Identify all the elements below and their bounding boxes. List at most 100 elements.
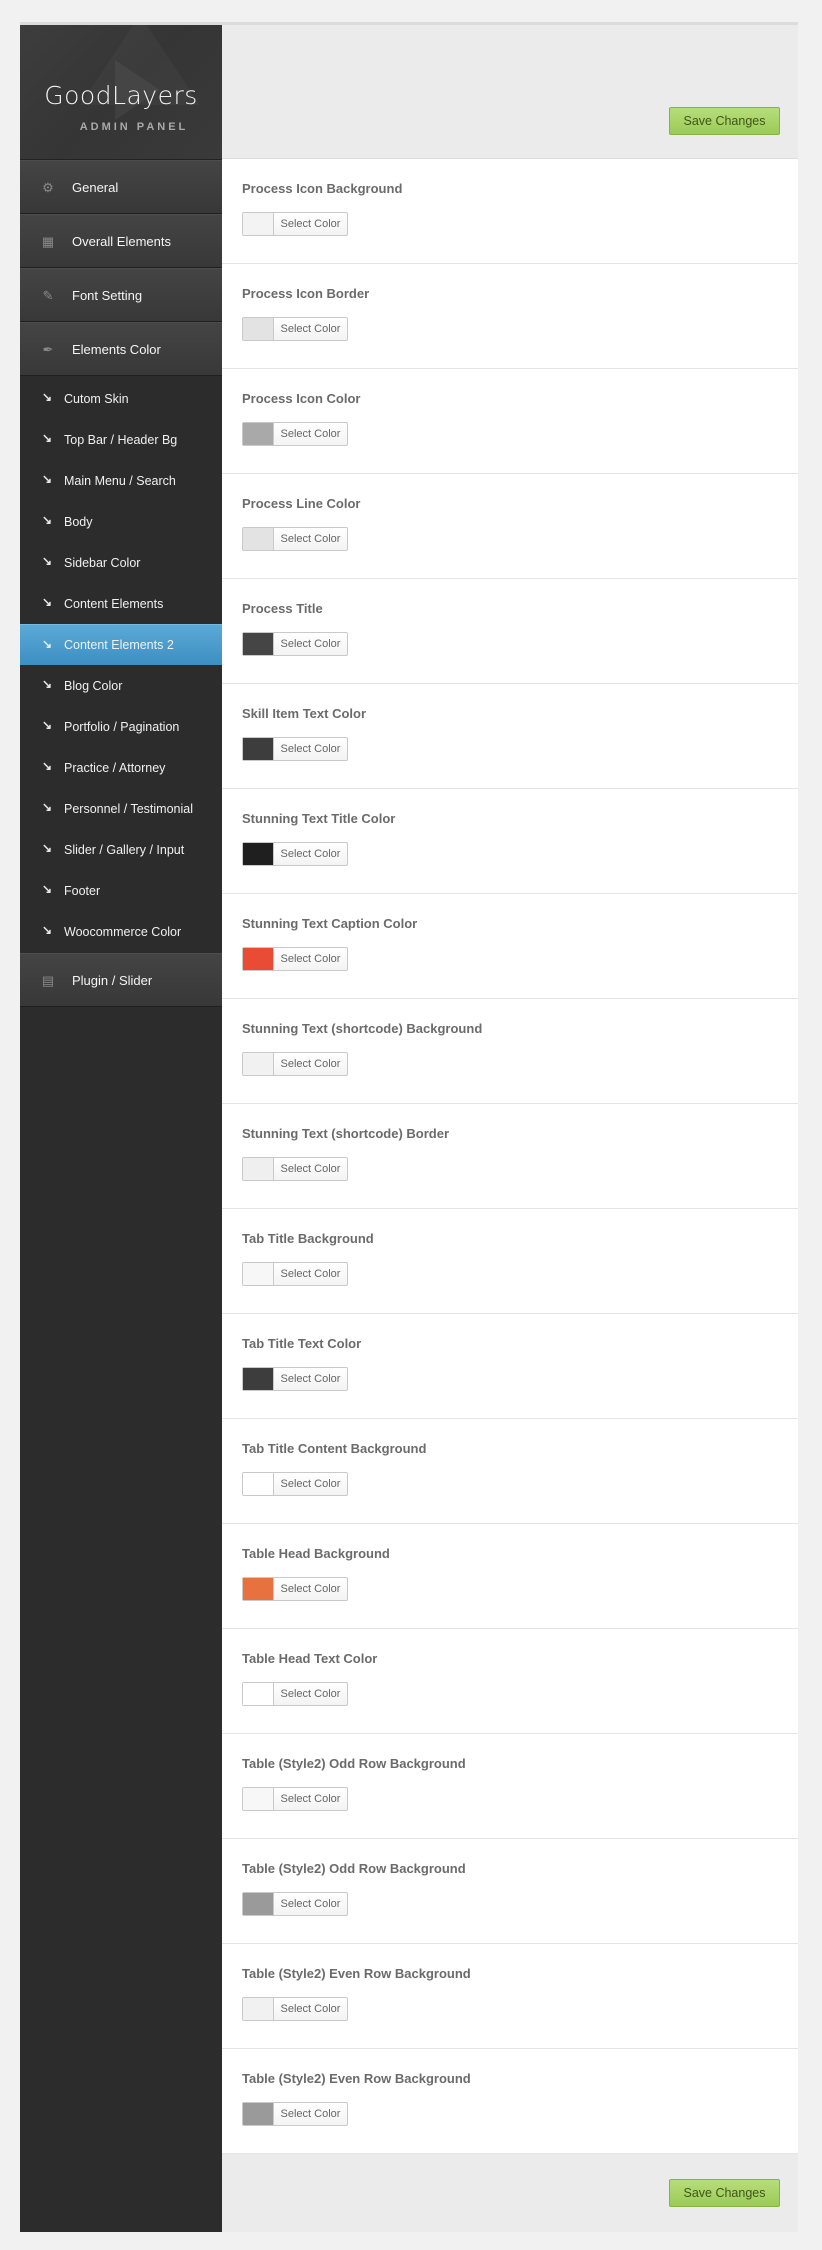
select-color-label: Select Color (280, 1478, 341, 1490)
sub-item-label: Main Menu / Search (64, 473, 176, 488)
sub-item-content-elements-2[interactable]: ↘ Content Elements 2 (20, 624, 222, 665)
grid-icon: ▦ (41, 234, 55, 249)
select-color-button[interactable]: Select Color (242, 1052, 348, 1076)
sidebar-item-label: General (72, 179, 119, 195)
sub-item-main-menu-search[interactable]: ↘ Main Menu / Search (20, 460, 222, 501)
logo-title: GoodLayers (44, 81, 198, 110)
select-color-label: Select Color (280, 1373, 341, 1385)
color-swatch (243, 1893, 274, 1915)
brush-icon: ✒ (42, 342, 54, 357)
color-swatch (243, 1578, 274, 1600)
select-color-label: Select Color (280, 1898, 341, 1910)
arrow-down-right-icon: ↘ (42, 431, 53, 445)
select-color-button[interactable]: Select Color (242, 422, 348, 446)
sub-item-portfolio-pagination[interactable]: ↘ Portfolio / Pagination (20, 706, 222, 747)
option-label: Process Icon Color (242, 391, 361, 406)
select-color-button[interactable]: Select Color (242, 1997, 348, 2021)
color-option-row: Table Head Background Select Color (222, 1524, 798, 1629)
color-option-row: Process Icon Background Select Color (222, 159, 798, 264)
pencil-icon: ✎ (42, 288, 54, 303)
save-changes-button-bottom[interactable]: Save Changes (669, 2179, 780, 2207)
select-color-label: Select Color (280, 533, 341, 545)
select-color-button[interactable]: Select Color (242, 842, 348, 866)
sub-item-cutom-skin[interactable]: ↘ Cutom Skin (20, 378, 222, 419)
select-color-button[interactable]: Select Color (242, 1577, 348, 1601)
select-color-button[interactable]: Select Color (242, 2102, 348, 2126)
logo-subtitle: ADMIN PANEL (79, 121, 189, 133)
color-option-row: Table (Style2) Even Row Background Select… (222, 2049, 798, 2154)
color-swatch (243, 528, 274, 550)
logo: GoodLayers ADMIN PANEL (20, 25, 222, 160)
option-label: Table Head Text Color (242, 1651, 378, 1666)
option-label: Tab Title Background (242, 1231, 374, 1246)
options-list: Process Icon Background Select Color Proce… (222, 159, 798, 2154)
option-label: Skill Item Text Color (242, 706, 367, 721)
select-color-button[interactable]: Select Color (242, 1367, 348, 1391)
select-color-button[interactable]: Select Color (242, 1787, 348, 1811)
sub-item-personnel-testimonial[interactable]: ↘ Personnel / Testimonial (20, 788, 222, 829)
color-swatch (243, 1263, 274, 1285)
color-option-row: Skill Item Text Color Select Color (222, 684, 798, 789)
sidebar-item-overall-elements[interactable]: ▦ Overall Elements (20, 214, 222, 268)
option-label: Process Icon Border (242, 286, 370, 301)
select-color-button[interactable]: Select Color (242, 1472, 348, 1496)
sub-item-footer[interactable]: ↘ Footer (20, 870, 222, 911)
color-swatch (243, 423, 274, 445)
select-color-button[interactable]: Select Color (242, 212, 348, 236)
sub-item-label: Woocommerce Color (64, 924, 182, 939)
sidebar: GoodLayers ADMIN PANEL ⚙ General ▦ Overall … (20, 25, 222, 2232)
select-color-button[interactable]: Select Color (242, 737, 348, 761)
color-option-row: Table Head Text Color Select Color (222, 1629, 798, 1734)
select-color-button[interactable]: Select Color (242, 632, 348, 656)
sub-item-label: Portfolio / Pagination (64, 719, 180, 734)
sidebar-item-plugin-slider[interactable]: ▤ Plugin / Slider (20, 953, 222, 1007)
sub-item-sidebar-color[interactable]: ↘ Sidebar Color (20, 542, 222, 583)
sub-item-label: Content Elements 2 (64, 638, 174, 652)
select-color-button[interactable]: Select Color (242, 1262, 348, 1286)
color-swatch (243, 318, 274, 340)
select-color-button[interactable]: Select Color (242, 947, 348, 971)
sub-item-slider-gallery-input[interactable]: ↘ Slider / Gallery / Input (20, 829, 222, 870)
color-option-row: Table (Style2) Even Row Background Select… (222, 1944, 798, 2049)
color-option-row: Process Icon Border Select Color (222, 264, 798, 369)
sub-item-top-bar-header-bg[interactable]: ↘ Top Bar / Header Bg (20, 419, 222, 460)
save-changes-button[interactable]: Save Changes (669, 107, 780, 135)
color-swatch (243, 1053, 274, 1075)
select-color-label: Select Color (280, 848, 341, 860)
sidebar-item-elements-color[interactable]: ✒ Elements Color (20, 322, 222, 376)
sub-item-body[interactable]: ↘ Body (20, 501, 222, 542)
select-color-label: Select Color (280, 323, 341, 335)
arrow-down-right-icon: ↘ (42, 718, 53, 732)
sub-item-label: Cutom Skin (64, 391, 129, 406)
select-color-button[interactable]: Select Color (242, 317, 348, 341)
color-swatch (243, 1473, 274, 1495)
select-color-button[interactable]: Select Color (242, 1157, 348, 1181)
option-label: Tab Title Content Background (242, 1441, 427, 1456)
sub-item-woocommerce-color[interactable]: ↘ Woocommerce Color (20, 911, 222, 952)
option-label: Table (Style2) Even Row Background (242, 1966, 471, 1981)
color-option-row: Stunning Text Caption Color Select Color (222, 894, 798, 999)
sub-item-blog-color[interactable]: ↘ Blog Color (20, 665, 222, 706)
sub-item-content-elements[interactable]: ↘ Content Elements (20, 583, 222, 624)
sub-item-label: Body (64, 514, 93, 529)
option-label: Process Icon Background (242, 181, 403, 196)
select-color-button[interactable]: Select Color (242, 1682, 348, 1706)
select-color-label: Select Color (280, 1793, 341, 1805)
color-option-row: Tab Title Background Select Color (222, 1209, 798, 1314)
sub-menu: ↘ Cutom Skin ↘ Top Bar / Header Bg ↘ Main Men… (20, 376, 222, 953)
arrow-down-right-icon: ↘ (42, 677, 53, 691)
select-color-label: Select Color (280, 2003, 341, 2015)
sub-item-practice-attorney[interactable]: ↘ Practice / Attorney (20, 747, 222, 788)
sidebar-item-general[interactable]: ⚙ General (20, 160, 222, 214)
select-color-button[interactable]: Select Color (242, 1892, 348, 1916)
sub-item-label: Sidebar Color (64, 555, 141, 570)
select-color-label: Select Color (280, 1268, 341, 1280)
select-color-label: Select Color (280, 743, 341, 755)
sidebar-item-label: Overall Elements (72, 233, 171, 249)
color-option-row: Stunning Text Title Color Select Color (222, 789, 798, 894)
arrow-down-right-icon: ↘ (42, 390, 53, 404)
color-swatch (243, 1368, 274, 1390)
select-color-button[interactable]: Select Color (242, 527, 348, 551)
sidebar-item-font-setting[interactable]: ✎ Font Setting (20, 268, 222, 322)
color-swatch (243, 1683, 274, 1705)
